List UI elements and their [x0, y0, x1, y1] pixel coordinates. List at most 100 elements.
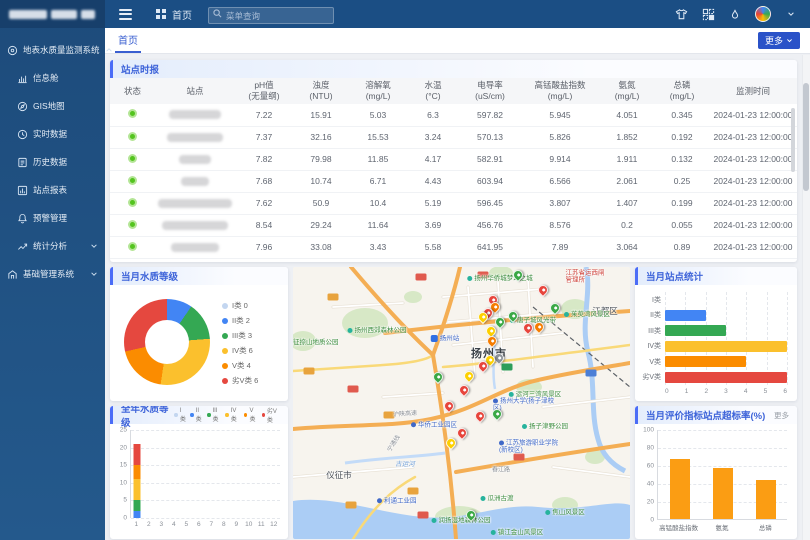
chevron-down-icon — [90, 270, 98, 278]
table-row[interactable]: 7.8279.9811.854.17582.919.9141.9110.1322… — [110, 148, 797, 170]
table-row[interactable]: 7.3732.1615.533.24570.135.8261.8520.1922… — [110, 126, 797, 148]
map-marker-green[interactable] — [548, 301, 562, 315]
topnav-home[interactable]: 首页 — [154, 7, 192, 22]
layout-icon[interactable] — [701, 7, 715, 21]
menu-search — [208, 6, 334, 23]
sidebar-item-label: 信息舱 — [33, 72, 59, 84]
legend-item[interactable]: III类 — [207, 406, 221, 424]
road-shield — [502, 364, 513, 371]
map-marker-red[interactable] — [455, 426, 469, 440]
legend-item[interactable]: V类 4 — [222, 358, 258, 373]
table-row[interactable]: 7.6250.910.45.19596.453.8071.4070.199202… — [110, 192, 797, 214]
sidebar-item-3[interactable]: 实时数据 — [0, 120, 105, 148]
cell-value: 15.91 — [293, 104, 349, 126]
search-input[interactable] — [208, 7, 334, 24]
status-dot-normal — [128, 132, 137, 141]
page-scrollbar[interactable] — [802, 55, 810, 540]
map-marker-orange[interactable] — [485, 334, 499, 348]
topbar-actions — [674, 6, 810, 22]
user-avatar[interactable] — [755, 6, 771, 22]
map-label-park: 运河三湾风景区 — [509, 388, 562, 398]
station-name-redacted — [169, 110, 221, 119]
road-shield — [478, 272, 489, 279]
tab-home[interactable]: 首页 — [115, 28, 141, 53]
panel-more-link[interactable]: 更多 — [774, 410, 789, 421]
map-label-station: 扬州站 — [431, 332, 460, 342]
column-header: 电导率(uS/cm) — [459, 78, 521, 104]
legend-item[interactable]: I类 — [174, 406, 186, 424]
legend-item[interactable]: V类 — [244, 406, 257, 424]
column-header: pH值(无量纲) — [235, 78, 293, 104]
map-marker-red[interactable] — [473, 409, 487, 423]
cell-value: 33.08 — [293, 236, 349, 258]
table-row[interactable]: 7.6810.746.714.43603.946.5662.0610.25202… — [110, 170, 797, 192]
flame-icon[interactable] — [728, 7, 742, 21]
legend-item[interactable]: IV类 — [225, 406, 240, 424]
hbar-row: II类 — [665, 308, 787, 324]
column-header: 水温(°C) — [407, 78, 459, 104]
cell-value: 9.914 — [521, 148, 599, 170]
map-marker-green[interactable] — [490, 407, 504, 421]
cell-value: 6.3 — [407, 104, 459, 126]
legend-item[interactable]: 劣V类 — [262, 406, 280, 424]
legend-item[interactable]: III类 3 — [222, 328, 258, 343]
hamburger-menu-icon[interactable] — [119, 9, 132, 20]
sidebar-item-7[interactable]: 统计分析 — [0, 232, 105, 260]
legend-item[interactable]: IV类 6 — [222, 343, 258, 358]
legend-item[interactable]: I类 0 — [222, 298, 258, 313]
map-label-park: 仪征捺山地质公园 — [293, 336, 339, 346]
road-shield — [514, 454, 525, 461]
user-chevron-down-icon[interactable] — [784, 7, 798, 21]
sidebar-item-label: 统计分析 — [33, 240, 67, 252]
cell-value: 7.82 — [235, 148, 293, 170]
gis-map[interactable]: 扬州市江都区仪征市扬州华侨城梦幻之城唐子城风光带茱萸湾风景区扬州西郊森林公园仪征… — [293, 267, 630, 539]
map-marker-red[interactable] — [536, 283, 550, 297]
cell-value: 4.43 — [407, 170, 459, 192]
more-button[interactable]: 更多 — [758, 32, 800, 49]
system-icon — [7, 45, 18, 56]
map-marker-green[interactable] — [431, 370, 445, 384]
cell-value: 29.24 — [293, 214, 349, 236]
rate-bar-氨氮 — [713, 468, 733, 519]
map-marker-green[interactable] — [511, 268, 525, 282]
map-label-road: 宁通线 — [384, 433, 401, 453]
sidebar-item-1[interactable]: 信息舱 — [0, 64, 105, 92]
stacked-bar-month-9 — [230, 430, 242, 518]
map-marker-yellow[interactable] — [444, 436, 458, 450]
table-row[interactable]: 8.5429.2411.643.69456.768.5760.20.055202… — [110, 214, 797, 236]
cell-value: 3.69 — [407, 214, 459, 236]
legend-item[interactable]: 劣V类 6 — [222, 373, 258, 388]
map-marker-green[interactable] — [506, 309, 520, 323]
sidebar-item-label: 实时数据 — [33, 128, 67, 140]
cell-value: 2024-01-23 12:00:00 — [709, 148, 797, 170]
sidebar-item-4[interactable]: 历史数据 — [0, 148, 105, 176]
map-marker-green[interactable] — [464, 508, 478, 522]
map-marker-red[interactable] — [457, 383, 471, 397]
page-scrollbar-thumb[interactable] — [803, 83, 809, 191]
cell-value: 641.95 — [459, 236, 521, 258]
sidebar-item-5[interactable]: 站点报表 — [0, 176, 105, 204]
year-quality-panel: 全年水质等级 I类II类III类IV类V类劣V类 0510152025 1234… — [110, 406, 288, 539]
legend-item[interactable]: II类 — [190, 406, 203, 424]
theme-shirt-icon[interactable] — [674, 7, 688, 21]
cell-value: 0.345 — [655, 104, 709, 126]
sidebar-item-2[interactable]: GIS地图 — [0, 92, 105, 120]
table-scrollbar-thumb[interactable] — [791, 108, 795, 172]
map-marker-orange[interactable] — [532, 320, 546, 334]
map-label-road: 春江路 — [492, 465, 510, 474]
sidebar-item-6[interactable]: 预警管理 — [0, 204, 105, 232]
legend-item[interactable]: II类 2 — [222, 313, 258, 328]
map-marker-green[interactable] — [493, 315, 507, 329]
cell-value: 2.061 — [599, 170, 655, 192]
status-dot-normal — [128, 220, 137, 229]
station-report-panel: 站点时报 状态站点pH值(无量纲)浊度(NTU)溶解氧(mg/L)水温(°C)电… — [110, 60, 797, 262]
map-marker-yellow[interactable] — [462, 369, 476, 383]
table-row[interactable]: 7.9633.083.435.58641.957.893.0640.892024… — [110, 236, 797, 258]
sidebar-item-8[interactable]: 基础管理系统 — [0, 260, 105, 288]
map-marker-red[interactable] — [442, 399, 456, 413]
map-overlay: 扬州市江都区仪征市扬州华侨城梦幻之城唐子城风光带茱萸湾风景区扬州西郊森林公园仪征… — [293, 267, 630, 539]
cell-value: 2024-01-23 12:00:00 — [709, 170, 797, 192]
sidebar-item-0[interactable]: 地表水质量监测系统 — [0, 36, 105, 64]
table-row[interactable]: 7.2215.915.036.3597.825.9454.0510.345202… — [110, 104, 797, 126]
cell-value: 0.192 — [655, 126, 709, 148]
